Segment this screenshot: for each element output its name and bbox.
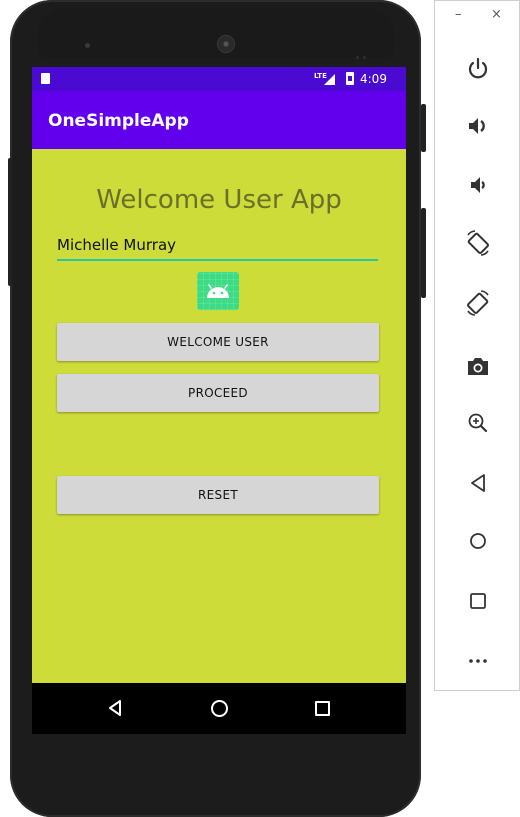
back-icon[interactable] [464,469,492,497]
close-button[interactable]: × [491,7,502,22]
proceed-button[interactable]: PROCEED [57,374,379,412]
reset-button[interactable]: RESET [57,476,379,514]
home-icon[interactable] [464,527,492,555]
more-icon[interactable] [464,647,492,675]
nav-home-icon[interactable] [211,700,228,717]
zoom-icon[interactable] [464,409,492,437]
rotate-right-icon[interactable] [464,289,492,317]
phone-power-button [421,104,426,152]
navigation-bar [32,683,406,734]
front-sensor-dot [85,43,90,48]
app-title: OneSimpleApp [48,111,189,131]
page-title: Welcome User App [96,185,342,215]
overview-icon[interactable] [464,587,492,615]
phone-top-bezel [38,8,394,58]
signal-icon [324,74,335,85]
battery-icon [346,72,354,85]
app-bar: OneSimpleApp [32,91,406,149]
volume-up-icon[interactable] [464,112,492,140]
camera-icon[interactable] [464,353,492,381]
android-logo-icon [197,272,239,310]
front-camera-icon [218,36,234,52]
nav-recents-icon[interactable] [315,701,330,716]
sd-card-icon [41,73,50,84]
rotate-left-icon[interactable] [464,229,492,257]
welcome-user-button[interactable]: WELCOME USER [57,323,379,361]
minimize-button[interactable]: – [455,7,462,22]
phone-volume-rocker [421,208,426,298]
nav-back-icon[interactable] [108,700,122,716]
status-bar: LTE 4:09 [32,67,406,91]
volume-down-icon[interactable] [464,171,492,199]
power-icon[interactable] [464,55,492,83]
phone-side-button-left [8,158,12,286]
proximity-sensor [356,44,376,59]
main-content: Welcome User App WELCOME USER PROCEED RE… [32,149,406,683]
name-input[interactable] [57,233,378,261]
device-screen: LTE 4:09 OneSimpleApp Welcome User App W… [32,67,406,734]
emulator-toolbar: – × [434,0,520,691]
status-time: 4:09 [360,72,387,86]
